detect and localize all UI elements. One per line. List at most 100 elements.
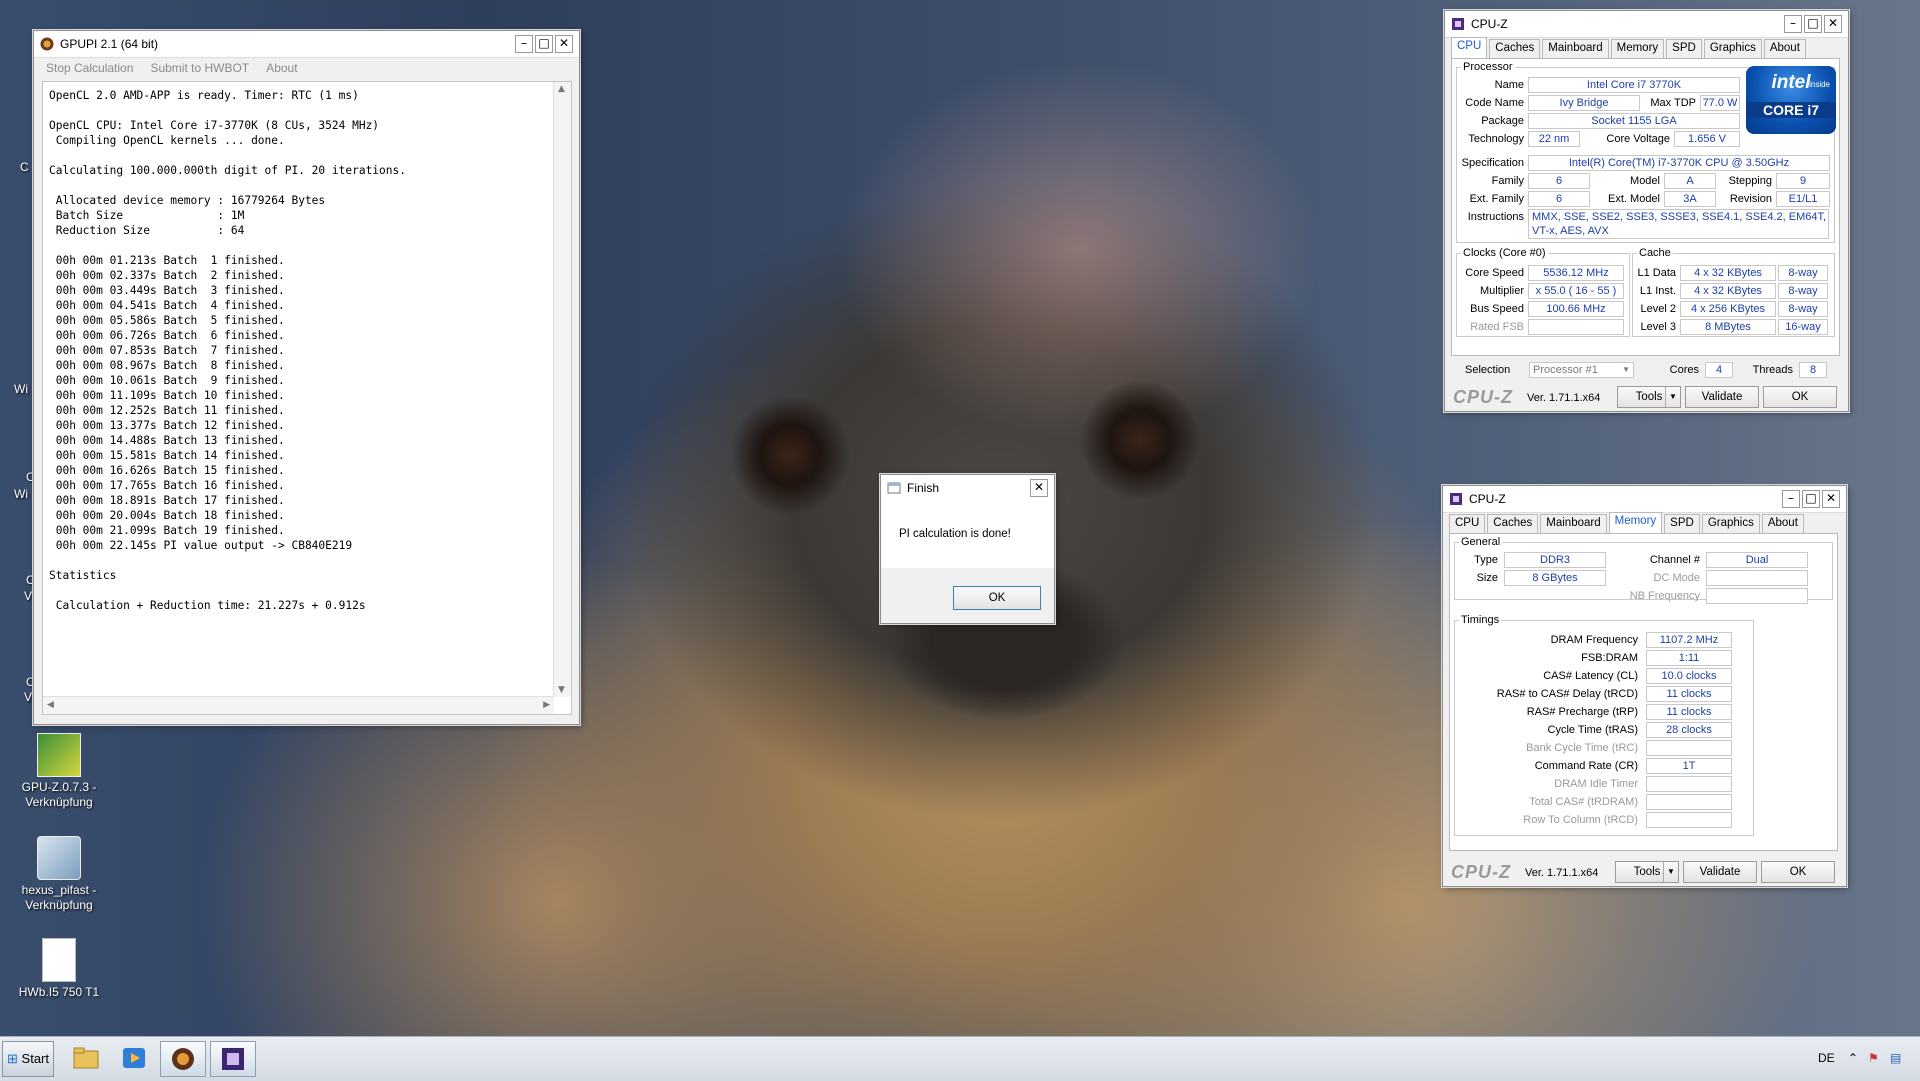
tab-caches[interactable]: Caches [1489,39,1541,60]
desktop-icon-document[interactable]: HWb.I5 750 T1 [14,938,104,1000]
desktop-icon-label: Verknüpfung [25,795,93,809]
chevron-down-icon: ▼ [1622,365,1630,374]
ok-button[interactable]: OK [1761,861,1835,883]
finish-titlebar[interactable]: Finish ✕ [881,475,1054,502]
minimize-button[interactable]: – [1782,490,1800,508]
timing-label: DRAM Frequency [1550,634,1638,646]
scroll-down-icon[interactable]: ▼ [558,685,565,695]
cpuz-brand-logo: CPU-Z [1451,862,1511,882]
maximize-button[interactable]: □ [1802,490,1820,508]
cpuz-cpu-window[interactable]: CPU-Z – □ ✕ CPU Caches Mainboard Memory … [1444,10,1849,412]
menu-stop-calculation[interactable]: Stop Calculation [46,61,133,75]
ok-button[interactable]: OK [953,586,1041,610]
desktop-peek-text: V [24,589,33,603]
family-label: Family [1491,175,1524,187]
validate-button[interactable]: Validate [1683,861,1757,883]
family-value: 6 [1528,173,1590,189]
ok-button[interactable]: OK [1763,386,1837,408]
desktop-peek-text: Wi [14,487,28,501]
taskbar-gpupi[interactable] [160,1041,206,1077]
validate-button[interactable]: Validate [1685,386,1759,408]
tab-mainboard[interactable]: Mainboard [1540,514,1607,535]
tab-mainboard[interactable]: Mainboard [1542,39,1609,60]
close-button[interactable]: ✕ [1030,479,1048,497]
desktop-icon-hexus[interactable]: hexus_pifast - Verknüpfung [14,836,104,913]
cache-l1d-size: 4 x 32 KBytes [1680,265,1776,281]
taskbar-cpuz[interactable] [210,1041,256,1077]
scroll-left-icon[interactable]: ◀ [47,700,54,710]
cpuz-icon [222,1048,244,1070]
minimize-button[interactable]: – [1784,15,1802,33]
tools-button[interactable]: Tools ▼ [1615,861,1679,883]
maximize-button[interactable]: □ [1804,15,1822,33]
tab-caches[interactable]: Caches [1487,514,1539,535]
tab-cpu[interactable]: CPU [1449,514,1486,535]
group-legend: Clocks (Core #0) [1463,247,1546,259]
chevron-down-icon[interactable]: ▼ [1663,862,1678,882]
console-line: Allocated device memory : 16779264 Bytes [49,194,326,207]
cpuz-titlebar[interactable]: CPU-Z – □ ✕ [1443,486,1846,513]
tab-graphics[interactable]: Graphics [1701,514,1760,535]
console-line: Compiling OpenCL kernels ... done. [49,134,285,147]
console-line: 00h 00m 07.853s Batch 7 finished. [49,344,285,357]
vertical-scrollbar[interactable]: ▲ ▼ [553,82,571,697]
type-label: Type [1474,554,1498,566]
memory-tab-panel: General Type DDR3 Size 8 GBytes Channel … [1449,533,1838,851]
console-line: 00h 00m 08.967s Batch 8 finished. [49,359,285,372]
maximize-button[interactable]: □ [535,35,553,53]
timing-value [1646,812,1732,828]
show-hidden-icons-icon[interactable]: ⌃ [1848,1051,1858,1065]
tab-about[interactable]: About [1763,39,1806,60]
instructions-value: MMX, SSE, SSE2, SSE3, SSSE3, SSE4.1, SSE… [1528,209,1829,239]
tab-spd[interactable]: SPD [1664,514,1700,535]
minimize-button[interactable]: – [515,35,533,53]
console-line: 00h 00m 21.099s Batch 19 finished. [49,524,285,537]
chevron-down-icon[interactable]: ▼ [1665,387,1680,407]
processor-selection-dropdown[interactable]: Processor #1 ▼ [1529,362,1634,378]
cpuz-memory-window[interactable]: CPU-Z – □ ✕ CPU Caches Mainboard Memory … [1442,485,1847,887]
timing-label: RAS# Precharge (tRP) [1526,706,1638,718]
gpupi-window[interactable]: GPUPI 2.1 (64 bit) – □ ✕ Stop Calculatio… [33,30,580,725]
instructions-line: MMX, SSE, SSE2, SSE3, SSSE3, SSE4.1, SSE… [1532,211,1827,223]
menu-submit-hwbot[interactable]: Submit to HWBOT [150,61,249,75]
close-button[interactable]: ✕ [1822,490,1840,508]
desktop-icon-gpuz[interactable]: GPU-Z.0.7.3 - Verknüpfung [14,733,104,810]
action-center-flag-icon[interactable]: ⚑ [1868,1051,1879,1065]
group-legend: Timings [1461,614,1500,626]
explorer-icon [73,1047,99,1069]
tab-spd[interactable]: SPD [1666,39,1702,60]
finish-app-icon [887,482,901,494]
taskbar-explorer[interactable] [64,1041,108,1075]
maxtdp-value: 77.0 W [1700,95,1740,111]
cache-l2-label: Level 2 [1640,303,1676,315]
network-icon[interactable]: ▤ [1890,1051,1901,1065]
menu-about[interactable]: About [266,61,297,75]
horizontal-scrollbar[interactable]: ◀ ▶ [43,696,554,714]
tab-memory[interactable]: Memory [1608,512,1663,535]
close-button[interactable]: ✕ [555,35,573,53]
tab-memory[interactable]: Memory [1610,39,1665,60]
console-line: Statistics [49,569,117,582]
finish-dialog[interactable]: Finish ✕ PI calculation is done! OK [880,474,1055,624]
taskbar-media-player[interactable] [112,1041,156,1075]
memory-size-value: 8 GBytes [1504,570,1606,586]
version-text: Ver. 1.71.1.x64 [1525,867,1599,879]
tab-about[interactable]: About [1761,514,1804,535]
scroll-up-icon[interactable]: ▲ [558,84,565,94]
cpuz-titlebar[interactable]: CPU-Z – □ ✕ [1445,11,1848,38]
gpupi-titlebar[interactable]: GPUPI 2.1 (64 bit) – □ ✕ [34,31,579,58]
timing-value: 1107.2 MHz [1646,632,1732,648]
tab-graphics[interactable]: Graphics [1703,39,1762,60]
scroll-right-icon[interactable]: ▶ [543,700,550,710]
gpupi-console[interactable]: OpenCL 2.0 AMD-APP is ready. Timer: RTC … [42,81,572,715]
hexus-shortcut-icon [37,836,81,880]
cache-l1i-label: L1 Inst. [1639,285,1676,297]
technology-label: Technology [1468,133,1524,145]
tools-button[interactable]: Tools ▼ [1617,386,1681,408]
close-button[interactable]: ✕ [1824,15,1842,33]
tab-cpu[interactable]: CPU [1451,37,1488,60]
language-indicator[interactable]: DE [1818,1051,1835,1065]
busspeed-value: 100.66 MHz [1528,301,1624,317]
start-button[interactable]: ⊞ Start [2,1041,54,1077]
